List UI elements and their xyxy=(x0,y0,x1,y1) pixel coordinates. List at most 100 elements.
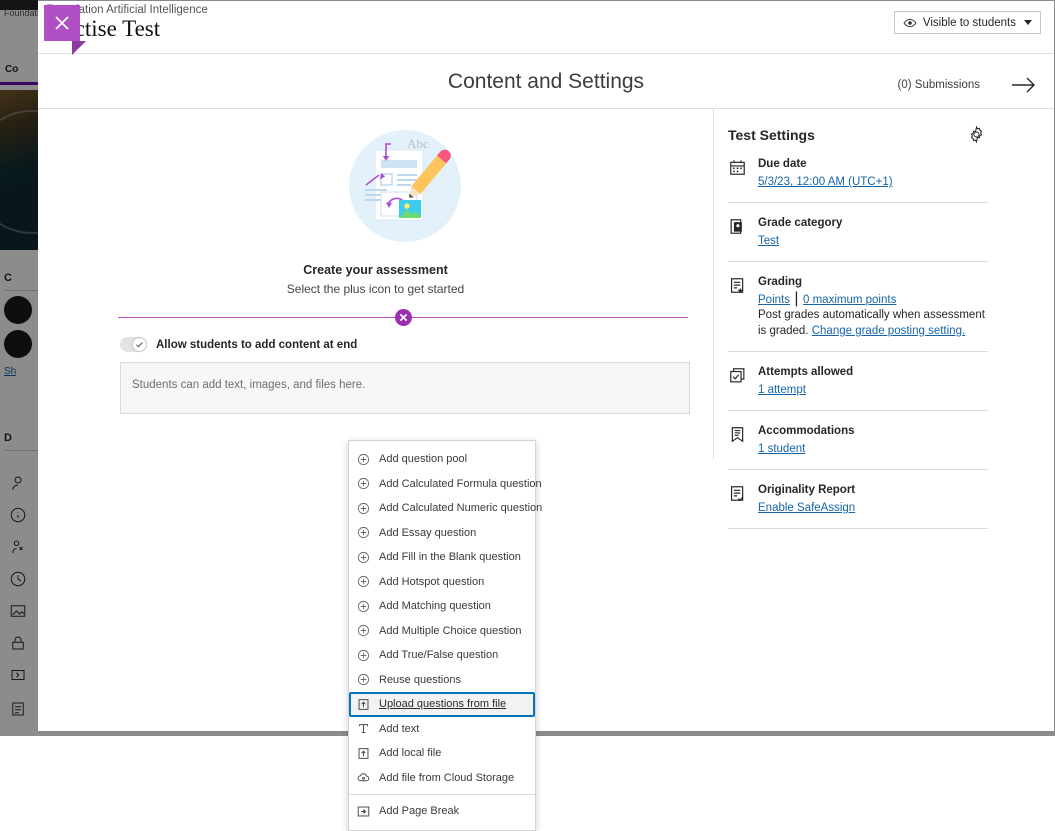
text-icon xyxy=(357,722,370,735)
menu-item-add-text[interactable]: Add text xyxy=(349,717,535,742)
grading-icon xyxy=(728,276,747,295)
student-content-placeholder: Students can add text, images, and files… xyxy=(132,379,365,391)
menu-item-label: Add local file xyxy=(379,747,441,759)
grade-category-icon xyxy=(728,217,747,236)
setting-label: Attempts allowed xyxy=(758,365,988,380)
menu-item-label: Add question pool xyxy=(379,453,467,465)
menu-divider xyxy=(349,794,535,795)
test-settings-title: Test Settings xyxy=(728,127,815,143)
calendar-icon xyxy=(728,158,747,177)
plus-circle-icon xyxy=(357,575,370,588)
setting-row-grade-category: Grade category Test xyxy=(728,203,988,262)
menu-item-add-hotspot-question[interactable]: Add Hotspot question xyxy=(349,570,535,595)
visibility-label: Visible to students xyxy=(923,17,1016,29)
allow-content-row: Allow students to add content at end xyxy=(120,337,357,352)
setting-label: Due date xyxy=(758,157,988,172)
toggle-knob xyxy=(133,338,146,351)
menu-item-reuse-questions[interactable]: Reuse questions xyxy=(349,668,535,693)
menu-item-add-calculated-formula-question[interactable]: Add Calculated Formula question xyxy=(349,472,535,497)
originality-link[interactable]: Enable SafeAssign xyxy=(758,502,855,514)
svg-text:Abc: Abc xyxy=(407,136,429,151)
menu-item-add-matching-question[interactable]: Add Matching question xyxy=(349,594,535,619)
accommodations-link[interactable]: 1 student xyxy=(758,443,805,455)
menu-item-add-file-from-cloud-storage[interactable]: Add file from Cloud Storage xyxy=(349,766,535,791)
setting-row-originality: Originality Report Enable SafeAssign xyxy=(728,470,988,529)
plus-circle-icon xyxy=(357,453,370,466)
menu-item-label: Add Matching question xyxy=(379,600,491,612)
plus-circle-icon xyxy=(357,600,370,613)
chevron-down-icon xyxy=(1024,20,1032,25)
upload-file-icon xyxy=(357,747,370,760)
panel-header: Foundation Artificial Intelligence Pract… xyxy=(38,1,1054,54)
setting-label: Accommodations xyxy=(758,424,988,439)
due-date-link[interactable]: 5/3/23, 12:00 AM (UTC+1) xyxy=(758,176,893,188)
menu-item-add-page-break[interactable]: Add Page Break xyxy=(349,799,535,824)
cta-subtitle: Select the plus icon to get started xyxy=(38,282,713,296)
arrow-right-icon[interactable] xyxy=(1008,72,1038,98)
attempts-link[interactable]: 1 attempt xyxy=(758,384,806,396)
menu-item-add-local-file[interactable]: Add local file xyxy=(349,741,535,766)
grading-description: Post grades automatically when assessmen… xyxy=(758,308,988,339)
check-icon xyxy=(135,340,144,349)
grade-category-link[interactable]: Test xyxy=(758,235,779,247)
upload-file-icon xyxy=(357,698,370,711)
close-plus-icon[interactable] xyxy=(395,309,412,326)
close-button[interactable] xyxy=(44,5,80,41)
test-settings-panel: Test Settings xyxy=(728,109,988,529)
menu-item-add-fill-in-the-blank-question[interactable]: Add Fill in the Blank question xyxy=(349,545,535,570)
menu-item-label: Add Fill in the Blank question xyxy=(379,551,521,563)
plus-circle-icon xyxy=(357,526,370,539)
change-grade-posting-link[interactable]: Change grade posting setting. xyxy=(812,325,965,337)
assessment-layer-panel: Foundation Artificial Intelligence Pract… xyxy=(38,0,1055,732)
allow-content-label: Allow students to add content at end xyxy=(156,339,357,351)
setting-label: Grading xyxy=(758,275,988,290)
attempts-icon xyxy=(728,366,747,385)
plus-circle-icon xyxy=(357,477,370,490)
panel-subheader: Content and Settings (0) Submissions xyxy=(38,54,1054,109)
plus-circle-icon xyxy=(357,624,370,637)
menu-item-add-question-pool[interactable]: Add question pool xyxy=(349,447,535,472)
menu-item-label: Add Calculated Numeric question xyxy=(379,502,542,514)
menu-item-label: Add Page Break xyxy=(379,805,459,817)
menu-item-add-multiple-choice-question[interactable]: Add Multiple Choice question xyxy=(349,619,535,644)
cloud-icon xyxy=(357,771,370,784)
create-assessment-illustration: Abc xyxy=(343,128,468,253)
setting-label: Grade category xyxy=(758,216,988,231)
menu-item-label: Add text xyxy=(379,723,419,735)
menu-item-label: Add Calculated Formula question xyxy=(379,478,542,490)
visibility-dropdown[interactable]: Visible to students xyxy=(894,11,1041,34)
close-icon xyxy=(44,5,80,41)
menu-item-add-essay-question[interactable]: Add Essay question xyxy=(349,521,535,546)
menu-item-label: Upload questions from file xyxy=(379,698,506,710)
menu-item-label: Reuse questions xyxy=(379,674,461,686)
menu-item-label: Add Multiple Choice question xyxy=(379,625,521,637)
menu-item-add-true-false-question[interactable]: Add True/False question xyxy=(349,643,535,668)
submissions-count: (0) Submissions xyxy=(898,79,980,91)
setting-row-accommodations: Accommodations 1 student xyxy=(728,411,988,470)
panel-body: Abc xyxy=(38,109,1054,731)
menu-item-label: Add file from Cloud Storage xyxy=(379,772,514,784)
originality-icon xyxy=(728,484,747,503)
cta-title: Create your assessment xyxy=(38,263,713,277)
student-content-box[interactable]: Students can add text, images, and files… xyxy=(120,362,690,414)
column-divider xyxy=(713,109,714,459)
menu-item-label: Add True/False question xyxy=(379,649,498,661)
grading-points-link[interactable]: Points xyxy=(758,294,790,306)
setting-row-attempts: Attempts allowed 1 attempt xyxy=(728,352,988,411)
test-settings-header: Test Settings xyxy=(728,109,988,144)
menu-item-add-calculated-numeric-question[interactable]: Add Calculated Numeric question xyxy=(349,496,535,521)
plus-circle-icon xyxy=(357,551,370,564)
setting-row-due-date: Due date 5/3/23, 12:00 AM (UTC+1) xyxy=(728,144,988,203)
setting-label: Originality Report xyxy=(758,483,988,498)
page-break-icon xyxy=(357,805,370,818)
gear-icon[interactable] xyxy=(967,125,986,144)
menu-item-label: Add Essay question xyxy=(379,527,476,539)
maximum-points-link[interactable]: 0 maximum points xyxy=(803,294,896,306)
link-separator: | xyxy=(790,290,803,307)
menu-item-upload-questions-from-file[interactable]: Upload questions from file xyxy=(349,692,535,717)
plus-circle-icon xyxy=(357,649,370,662)
plus-circle-icon xyxy=(357,502,370,515)
allow-content-toggle[interactable] xyxy=(120,337,147,352)
setting-row-grading: Grading Points | 0 maximum points Post g… xyxy=(728,262,988,352)
add-content-menu: Add question pool Add Calculated Formula … xyxy=(348,440,536,831)
